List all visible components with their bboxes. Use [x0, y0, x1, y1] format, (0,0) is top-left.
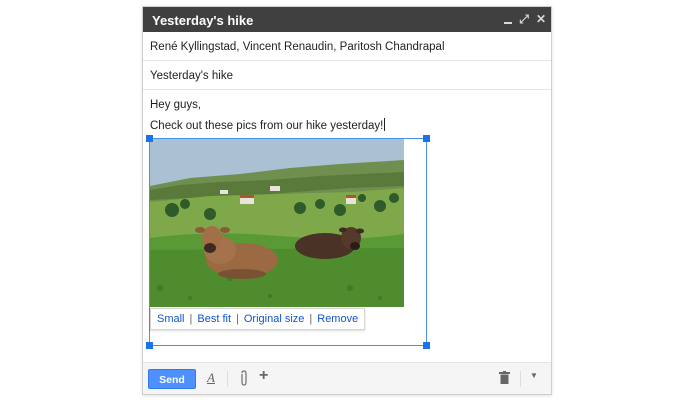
minimize-icon[interactable]: [501, 10, 515, 28]
trash-icon[interactable]: [499, 371, 510, 387]
resize-handle-top-left[interactable]: [146, 135, 153, 142]
body-line-2[interactable]: Check out these pics from our hike yeste…: [150, 118, 386, 132]
resize-handle-bottom-left[interactable]: [146, 342, 153, 349]
body-line-1[interactable]: Hey guys,: [150, 99, 201, 111]
text-format-icon[interactable]: A: [207, 370, 215, 386]
close-icon[interactable]: ✕: [534, 10, 548, 28]
resize-handle-top-right[interactable]: [423, 135, 430, 142]
image-size-menu: Small | Best fit | Original size | Remove: [150, 308, 366, 330]
recipients-value: René Kyllingstad, Vincent Renaudin, Pari…: [150, 41, 445, 53]
compose-window: Yesterday's hike ⤢ ✕ René Kyllingstad, V…: [142, 6, 552, 395]
compose-toolbar: Send A + ▼: [143, 362, 551, 394]
subject-value: Yesterday's hike: [150, 70, 233, 82]
plus-icon[interactable]: +: [259, 367, 268, 385]
separator: |: [309, 313, 313, 325]
body-line-2-text: Check out these pics from our hike yeste…: [150, 120, 384, 132]
remove-image-link[interactable]: Remove: [317, 313, 358, 325]
text-caret: [384, 118, 386, 131]
separator: |: [236, 313, 239, 325]
resize-handle-bottom-right[interactable]: [423, 342, 430, 349]
compose-titlebar[interactable]: Yesterday's hike ⤢ ✕: [143, 7, 551, 32]
toolbar-divider: [520, 371, 521, 387]
size-original-link[interactable]: Original size: [244, 313, 305, 325]
expand-icon[interactable]: ⤢: [517, 10, 531, 28]
size-small-link[interactable]: Small: [157, 313, 185, 325]
send-button[interactable]: Send: [148, 369, 196, 389]
subject-field[interactable]: Yesterday's hike: [143, 62, 551, 90]
separator: |: [189, 313, 193, 325]
toolbar-divider: [227, 371, 228, 387]
size-best-fit-link[interactable]: Best fit: [197, 313, 231, 325]
chevron-down-icon[interactable]: ▼: [530, 371, 538, 380]
compose-title: Yesterday's hike: [152, 13, 254, 28]
recipients-field[interactable]: René Kyllingstad, Vincent Renaudin, Pari…: [143, 33, 551, 61]
paperclip-icon[interactable]: [239, 370, 249, 389]
